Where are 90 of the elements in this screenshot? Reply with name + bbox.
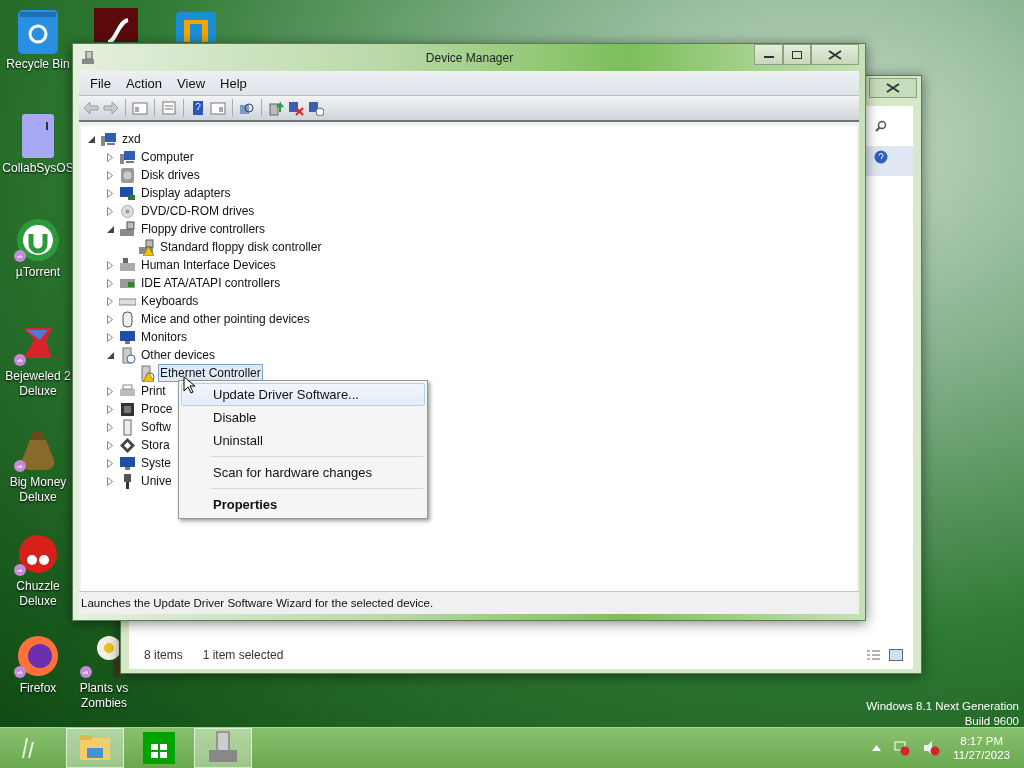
- back-arrow-icon[interactable]: [83, 100, 99, 116]
- start-icon[interactable]: [20, 738, 34, 758]
- desktop-icon-label[interactable]: Plants vs Zombies: [70, 681, 138, 711]
- enable-device-icon[interactable]: [308, 100, 324, 116]
- status-text: 8 items: [144, 648, 183, 662]
- disc-icon: [119, 202, 136, 220]
- close-button[interactable]: [869, 78, 917, 98]
- tree-item[interactable]: Other devices: [139, 346, 218, 364]
- search-icon[interactable]: [874, 120, 887, 132]
- context-menu-item[interactable]: Properties: [181, 493, 425, 516]
- tree-item[interactable]: Print: [139, 382, 168, 400]
- desktop-icon-label[interactable]: Recycle Bin: [6, 57, 70, 72]
- context-menu-item[interactable]: Scan for hardware changes: [181, 461, 425, 484]
- minimize-button[interactable]: [754, 44, 783, 65]
- tree-item[interactable]: Monitors: [139, 328, 189, 346]
- context-menu-item[interactable]: Update Driver Software...: [181, 383, 425, 406]
- storage-icon: [119, 436, 136, 454]
- mouse-icon: [119, 310, 136, 328]
- tree-item[interactable]: Standard floppy disk controller: [158, 238, 324, 256]
- menu-item[interactable]: View: [170, 73, 213, 93]
- tree-item[interactable]: DVD/CD-ROM drives: [139, 202, 257, 220]
- menu-item[interactable]: Help: [213, 73, 254, 93]
- desktop-icon-label[interactable]: Bejeweled 2 Deluxe: [4, 369, 72, 399]
- device-manager-icon: [81, 50, 95, 65]
- tree-item[interactable]: Ethernet Controller: [158, 364, 263, 382]
- console-tree-icon[interactable]: [132, 100, 148, 116]
- desktop-icon-label[interactable]: CollabSysOS: [2, 161, 74, 176]
- utorrent-icon[interactable]: [16, 216, 60, 262]
- tree-item[interactable]: Keyboards: [139, 292, 201, 310]
- taskbar-button[interactable]: [66, 728, 124, 768]
- drive-controller-icon: [119, 220, 136, 238]
- menu-item[interactable]: Action: [118, 73, 170, 93]
- context-menu-item[interactable]: Disable: [181, 406, 425, 429]
- close-button[interactable]: [811, 44, 859, 65]
- collapse-arrow-icon[interactable]: [106, 225, 114, 233]
- os-version-text: Windows 8.1 Next Generation: [866, 700, 1019, 712]
- os-version-text: Build 9600: [964, 715, 1019, 727]
- uninstall-icon[interactable]: [288, 100, 304, 116]
- input-device-icon: [119, 256, 136, 274]
- flash-icon[interactable]: [94, 8, 138, 42]
- maximize-button[interactable]: [783, 44, 811, 65]
- computer-icon: [100, 130, 117, 148]
- update-driver-icon[interactable]: [268, 100, 284, 116]
- monitor-icon: [119, 328, 136, 346]
- desktop-icon-label[interactable]: Big Money Deluxe: [4, 475, 72, 505]
- close-icon[interactable]: [886, 83, 900, 93]
- desktop-icon-label[interactable]: Firefox: [19, 681, 57, 696]
- details-view-icon[interactable]: [866, 648, 881, 662]
- tree-item[interactable]: Display adapters: [139, 184, 233, 202]
- store-icon[interactable]: [141, 730, 177, 766]
- tree-item[interactable]: Proce: [139, 400, 175, 418]
- status-text: Launches the Update Driver Software Wizard for the selected device.: [81, 597, 434, 609]
- large-icons-view-icon[interactable]: [889, 648, 903, 661]
- tree-item[interactable]: Human Interface Devices: [139, 256, 278, 274]
- unknown-device-icon: [119, 346, 136, 364]
- tree-item[interactable]: Stora: [139, 436, 172, 454]
- tree-item[interactable]: Unive: [139, 472, 174, 490]
- desktop-icon-label[interactable]: Chuzzle Deluxe: [4, 579, 72, 609]
- window-title: Device Manager: [424, 50, 515, 65]
- collapse-arrow-icon[interactable]: [87, 135, 95, 143]
- help-icon[interactable]: [873, 150, 888, 164]
- close-icon[interactable]: [828, 49, 842, 60]
- tree-item[interactable]: zxd: [120, 130, 143, 148]
- taskbar-button[interactable]: [194, 728, 252, 768]
- speaker-muted-icon[interactable]: [923, 740, 942, 756]
- maximize-icon[interactable]: [791, 49, 803, 60]
- properties-icon[interactable]: [161, 100, 177, 116]
- tree-item[interactable]: Computer: [139, 148, 196, 166]
- computer-icon: [119, 148, 136, 166]
- network-error-icon[interactable]: [893, 740, 912, 756]
- tree-item[interactable]: Syste: [139, 454, 173, 472]
- chevron-up-icon[interactable]: [872, 745, 882, 751]
- help-icon[interactable]: [190, 100, 206, 116]
- tree-item[interactable]: Mice and other pointing devices: [139, 310, 312, 328]
- recycle-bin-icon[interactable]: [16, 8, 60, 54]
- tree-item[interactable]: Disk drives: [139, 166, 202, 184]
- tree-item[interactable]: IDE ATA/ATAPI controllers: [139, 274, 283, 292]
- forward-arrow-icon[interactable]: [103, 100, 119, 116]
- tree-item[interactable]: Softw: [139, 418, 173, 436]
- scan-hardware-icon[interactable]: [239, 100, 255, 116]
- disk-drive-icon: [119, 166, 136, 184]
- status-text: 1 item selected: [202, 648, 284, 662]
- tree-item[interactable]: Floppy drive controllers: [139, 220, 268, 238]
- context-menu-item[interactable]: Uninstall: [181, 429, 425, 452]
- monitor-icon: [119, 454, 136, 472]
- collapse-arrow-icon[interactable]: [106, 351, 114, 359]
- menu-item[interactable]: File: [83, 73, 118, 93]
- chip-icon: [119, 400, 136, 418]
- display-adapter-icon: [119, 184, 136, 202]
- desktop-icon-label[interactable]: µTorrent: [15, 265, 61, 280]
